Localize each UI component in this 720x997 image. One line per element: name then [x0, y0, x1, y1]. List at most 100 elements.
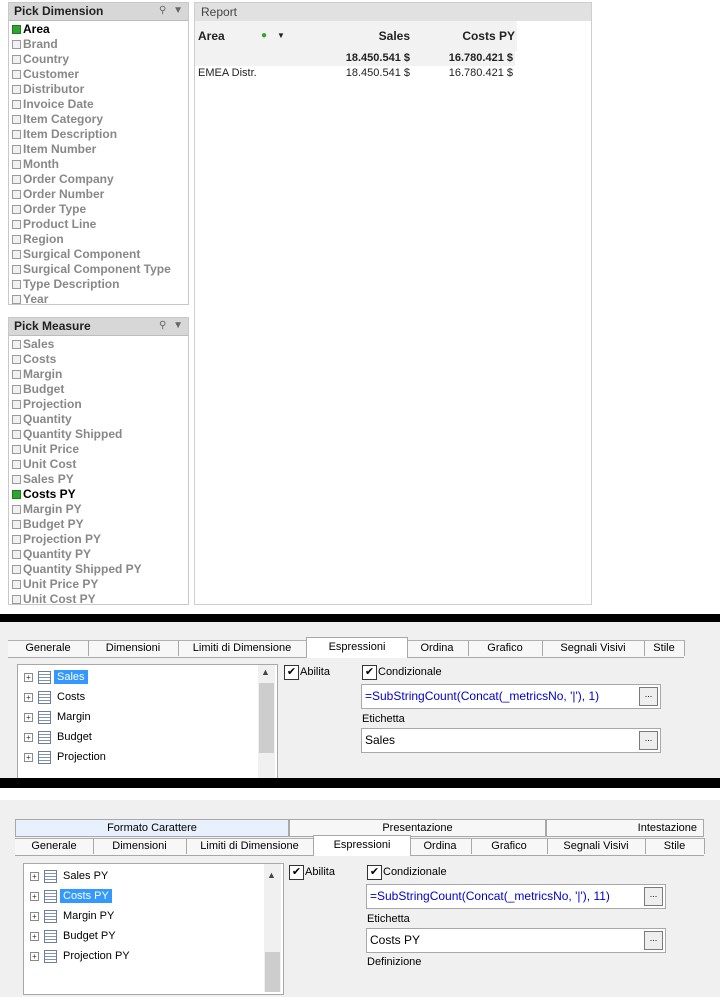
list-item[interactable]: Area — [9, 22, 188, 37]
list-item[interactable]: Sales — [9, 337, 188, 352]
tab-limiti-dimensione[interactable]: Limiti di Dimensione — [178, 640, 307, 656]
list-item[interactable]: Quantity Shipped — [9, 427, 188, 442]
list-item[interactable]: Distributor — [9, 82, 188, 97]
tree-scrollbar[interactable]: ▲ — [258, 665, 275, 778]
top-tab-intestazione[interactable]: Intestazione — [546, 819, 704, 837]
condizionale-checkbox[interactable]: ✔ — [362, 665, 377, 680]
pin-icon[interactable]: ⚲ — [159, 5, 168, 16]
abilita-checkbox[interactable]: ✔ — [289, 865, 304, 880]
conditional-formula-input[interactable]: =SubStringCount(Concat(_metricsNo, '|'),… — [361, 684, 661, 709]
list-item[interactable]: Order Type — [9, 202, 188, 217]
list-item[interactable]: Region — [9, 232, 188, 247]
scroll-up-icon[interactable]: ▲ — [267, 870, 276, 880]
expand-icon[interactable]: + — [30, 932, 39, 941]
list-item[interactable]: Surgical Component Type — [9, 262, 188, 277]
list-item[interactable]: Costs PY — [9, 487, 188, 502]
tab-espressioni[interactable]: Espressioni — [306, 637, 408, 658]
list-item[interactable]: Surgical Component — [9, 247, 188, 262]
sort-dropdown-icon[interactable]: ▼ — [277, 21, 285, 51]
list-item[interactable]: Margin — [9, 367, 188, 382]
list-item[interactable]: Year — [9, 292, 188, 307]
ellipsis-button[interactable]: ... — [644, 887, 663, 906]
list-item[interactable]: Budget — [9, 382, 188, 397]
tree-node[interactable]: + Costs — [24, 689, 254, 707]
list-item[interactable]: Budget PY — [9, 517, 188, 532]
list-item[interactable]: Order Company — [9, 172, 188, 187]
row-area[interactable]: EMEA Distr. — [198, 67, 257, 79]
caption-menu-icons[interactable]: ⚲ ▼ — [159, 320, 185, 331]
list-item[interactable]: Projection — [9, 397, 188, 412]
expand-icon[interactable]: + — [24, 733, 33, 742]
tree-node[interactable]: + Margin PY — [30, 908, 260, 926]
expand-icon[interactable]: + — [30, 912, 39, 921]
list-item[interactable]: Unit Price PY — [9, 577, 188, 592]
list-item[interactable]: Projection PY — [9, 532, 188, 547]
list-item[interactable]: Order Number — [9, 187, 188, 202]
expressions-tree-1[interactable]: + Sales + Costs + Margin + Budget + Projection ▲ — [17, 664, 278, 778]
ellipsis-button[interactable]: ... — [644, 931, 663, 950]
list-item[interactable]: Invoice Date — [9, 97, 188, 112]
dropdown-icon[interactable]: ▼ — [173, 320, 185, 331]
tab-stile[interactable]: Stile — [645, 838, 705, 854]
etichetta-input[interactable]: Sales ... — [361, 728, 661, 753]
column-header-area[interactable]: Area ● ▼ — [195, 21, 294, 51]
tree-node[interactable]: + Sales PY — [30, 868, 260, 886]
tree-node[interactable]: + Projection PY — [30, 948, 260, 966]
conditional-formula-input[interactable]: =SubStringCount(Concat(_metricsNo, '|'),… — [366, 884, 666, 909]
expand-icon[interactable]: + — [30, 892, 39, 901]
tab-ordina[interactable]: Ordina — [406, 640, 469, 656]
expand-icon[interactable]: + — [24, 673, 33, 682]
tab-espressioni[interactable]: Espressioni — [313, 835, 411, 856]
tab-generale[interactable]: Generale — [15, 838, 94, 854]
list-item[interactable]: Quantity PY — [9, 547, 188, 562]
tree-node[interactable]: + Projection — [24, 749, 254, 767]
list-item[interactable]: Product Line — [9, 217, 188, 232]
list-item[interactable]: Costs — [9, 352, 188, 367]
tree-node[interactable]: + Sales — [24, 669, 254, 687]
list-item[interactable]: Type Description — [9, 277, 188, 292]
tab-dimensioni[interactable]: Dimensioni — [88, 640, 179, 656]
expand-icon[interactable]: + — [30, 872, 39, 881]
ellipsis-button[interactable]: ... — [639, 687, 658, 706]
list-item[interactable]: Unit Cost PY — [9, 592, 188, 607]
list-item[interactable]: Country — [9, 52, 188, 67]
tab-stile[interactable]: Stile — [644, 640, 685, 656]
tab-grafico[interactable]: Grafico — [471, 838, 548, 854]
list-item[interactable]: Unit Cost — [9, 457, 188, 472]
tab-segnali-visivi[interactable]: Segnali Visivi — [542, 640, 645, 656]
list-item[interactable]: Margin PY — [9, 502, 188, 517]
tab-segnali-visivi[interactable]: Segnali Visivi — [547, 838, 646, 854]
pin-icon[interactable]: ⚲ — [159, 320, 168, 331]
tree-node[interactable]: + Costs PY — [30, 888, 260, 906]
tab-generale[interactable]: Generale — [8, 640, 89, 656]
list-item[interactable]: Brand — [9, 37, 188, 52]
scroll-thumb[interactable] — [265, 952, 280, 992]
list-item[interactable]: Sales PY — [9, 472, 188, 487]
tree-scrollbar[interactable]: ▲ — [264, 864, 281, 992]
scroll-thumb[interactable] — [259, 683, 274, 753]
list-item[interactable]: Month — [9, 157, 188, 172]
tab-ordina[interactable]: Ordina — [409, 838, 472, 854]
top-tab-formato-carattere[interactable]: Formato Carattere — [15, 819, 289, 837]
list-item[interactable]: Customer — [9, 67, 188, 82]
expressions-tree-2[interactable]: + Sales PY + Costs PY + Margin PY + Budget PY + P… — [23, 863, 284, 995]
abilita-checkbox[interactable]: ✔ — [284, 665, 299, 680]
list-item[interactable]: Quantity Shipped PY — [9, 562, 188, 577]
etichetta-input[interactable]: Costs PY ... — [366, 928, 666, 953]
caption-menu-icons[interactable]: ⚲ ▼ — [159, 5, 185, 16]
list-item[interactable]: Item Number — [9, 142, 188, 157]
tree-node[interactable]: + Budget — [24, 729, 254, 747]
scroll-up-icon[interactable]: ▲ — [261, 667, 270, 677]
ellipsis-button[interactable]: ... — [639, 731, 658, 750]
tree-node[interactable]: + Margin — [24, 709, 254, 727]
expand-icon[interactable]: + — [24, 693, 33, 702]
dropdown-icon[interactable]: ▼ — [173, 5, 185, 16]
expand-icon[interactable]: + — [24, 713, 33, 722]
list-item[interactable]: Unit Price — [9, 442, 188, 457]
tab-grafico[interactable]: Grafico — [468, 640, 543, 656]
expand-icon[interactable]: + — [24, 753, 33, 762]
list-item[interactable]: Item Category — [9, 112, 188, 127]
tree-node[interactable]: + Budget PY — [30, 928, 260, 946]
expand-icon[interactable]: + — [30, 952, 39, 961]
condizionale-checkbox[interactable]: ✔ — [367, 865, 382, 880]
